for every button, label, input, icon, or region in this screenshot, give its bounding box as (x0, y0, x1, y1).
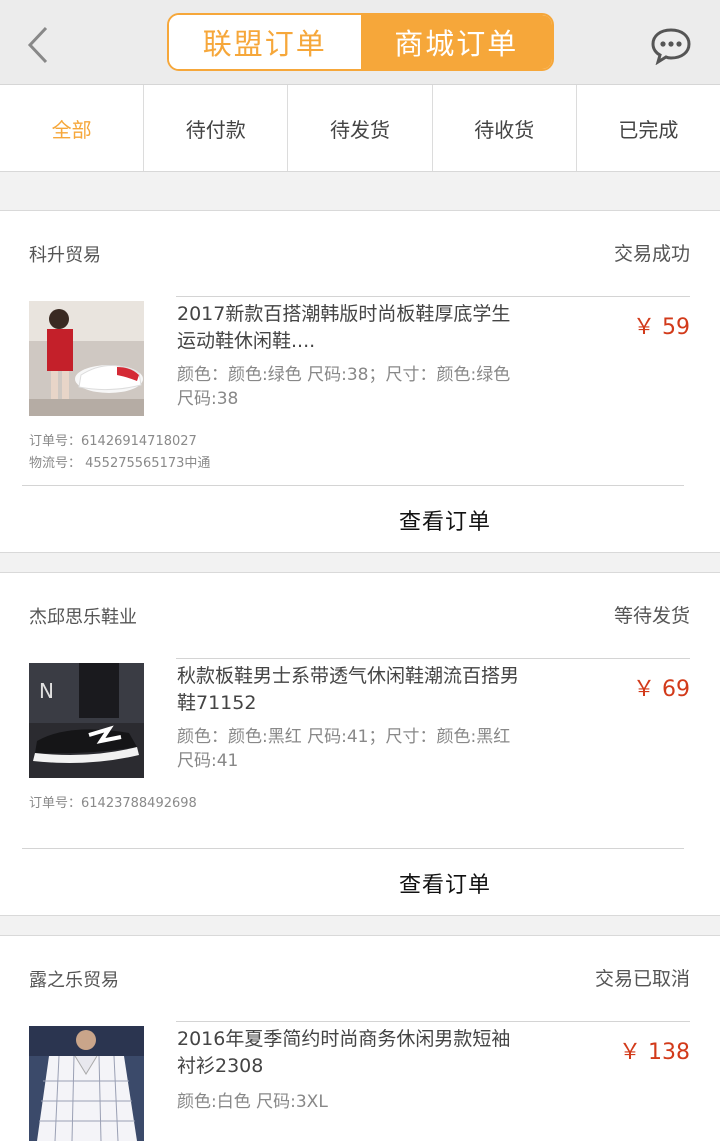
product-title[interactable]: 秋款板鞋男士系带透气休闲鞋潮流百搭男鞋71152 (177, 663, 522, 717)
tab-pending-payment[interactable]: 待付款 (144, 85, 289, 171)
order-card: 杰邱思乐鞋业 等待发货 N 秋款板鞋男士系带透气休闲鞋潮流百搭男鞋71152 颜… (0, 572, 720, 916)
divider (22, 848, 684, 849)
tab-pending-receipt[interactable]: 待收货 (433, 85, 577, 171)
shop-name: 杰邱思乐鞋业 (29, 607, 137, 628)
shop-name: 科升贸易 (29, 245, 101, 266)
logistics-number: 物流号： 455275565173中通 (29, 456, 211, 471)
tab-completed[interactable]: 已完成 (577, 85, 720, 171)
top-nav-bar: 联盟订单 商城订单 (0, 0, 720, 85)
svg-text:N: N (39, 679, 54, 703)
product-price: ￥ 138 (619, 1040, 690, 1065)
order-status-tabs: 全部 待付款 待发货 待收货 已完成 (0, 85, 720, 172)
tab-pending-shipment[interactable]: 待发货 (288, 85, 433, 171)
order-number: 订单号：61426914718027 (29, 434, 197, 449)
product-image[interactable]: N (29, 663, 144, 778)
tab-all[interactable]: 全部 (0, 85, 145, 171)
product-spec: 颜色:白色 尺码:3XL (177, 1092, 328, 1112)
product-image[interactable] (29, 301, 144, 416)
order-status: 交易成功 (613, 243, 690, 265)
order-status: 交易已取消 (594, 968, 690, 990)
order-card: 科升贸易 交易成功 2017新款百搭潮韩版时尚板鞋厚底学生运动鞋休闲鞋.... … (0, 210, 720, 553)
product-title[interactable]: 2016年夏季简约时尚商务休闲男款短袖衬衫2308 (177, 1026, 522, 1080)
shop-name: 露之乐贸易 (29, 970, 119, 991)
product-title[interactable]: 2017新款百搭潮韩版时尚板鞋厚底学生运动鞋休闲鞋.... (177, 301, 522, 355)
product-spec: 颜色：颜色:绿色 尺码:38；尺寸：颜色:绿色 尺码:38 (177, 365, 511, 409)
divider (22, 485, 684, 486)
tab-mall-orders[interactable]: 商城订单 (360, 15, 552, 69)
order-number: 订单号：61423788492698 (29, 796, 197, 811)
back-arrow-icon[interactable] (22, 24, 58, 66)
order-card: 露之乐贸易 交易已取消 2016年夏季简约时尚商务休闲男款短袖衬衫2308 颜色… (0, 935, 720, 1148)
view-order-button[interactable]: 查看订单 (399, 867, 491, 899)
product-image[interactable] (29, 1026, 144, 1141)
divider (176, 1021, 690, 1022)
tab-alliance-orders[interactable]: 联盟订单 (169, 15, 361, 69)
order-type-switch: 联盟订单 商城订单 (167, 13, 554, 71)
divider (176, 658, 690, 659)
product-spec: 颜色：颜色:黑红 尺码:41；尺寸：颜色:黑红 尺码:41 (177, 727, 511, 771)
product-price: ￥ 59 (633, 315, 690, 340)
chat-bubble-icon[interactable] (650, 27, 692, 66)
divider (176, 296, 690, 297)
product-price: ￥ 69 (633, 677, 690, 702)
order-status: 等待发货 (613, 605, 690, 627)
view-order-button[interactable]: 查看订单 (399, 504, 491, 536)
